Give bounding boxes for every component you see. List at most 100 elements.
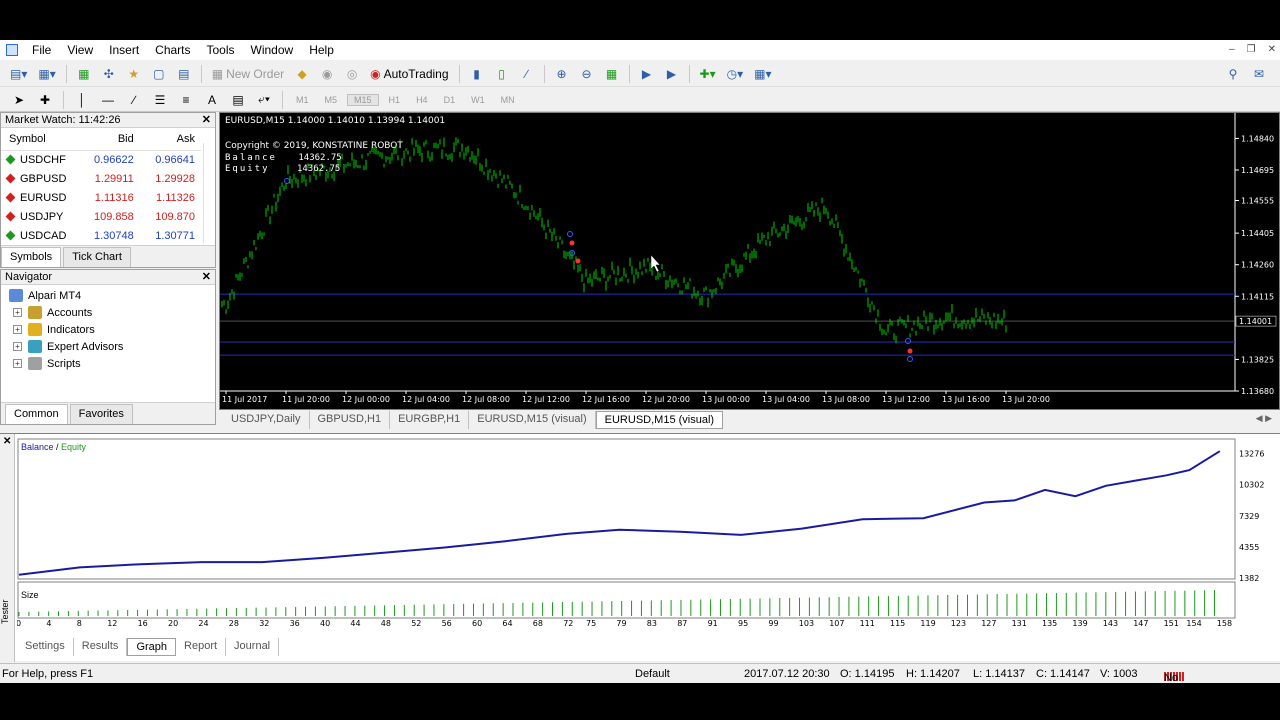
tab-favorites[interactable]: Favorites [69, 404, 133, 424]
profiles-icon[interactable]: ▦▾ [34, 63, 59, 85]
cursor-icon[interactable]: ➤ [8, 89, 30, 111]
trendline-icon[interactable]: ∕ [123, 89, 145, 111]
menu-view[interactable]: View [59, 40, 101, 60]
new-chart-icon[interactable]: ▤▾ [6, 63, 31, 85]
timeframe-d1[interactable]: D1 [438, 95, 462, 105]
graph-x-label: 4 [46, 619, 51, 628]
tab-graph[interactable]: Graph [127, 638, 177, 656]
menu-file[interactable]: File [24, 40, 59, 60]
timeframe-m5[interactable]: M5 [319, 95, 344, 105]
periods-icon[interactable]: ◷▾ [723, 63, 748, 85]
tab-common[interactable]: Common [5, 404, 68, 424]
close-icon[interactable]: ✕ [202, 270, 211, 285]
graph-x-label: 143 [1103, 619, 1118, 628]
tab-results[interactable]: Results [74, 638, 128, 656]
tree-item-accounts[interactable]: + Accounts [1, 304, 215, 321]
menu-charts[interactable]: Charts [147, 40, 198, 60]
menu-help[interactable]: Help [301, 40, 342, 60]
templates-icon[interactable]: ▦▾ [750, 63, 775, 85]
bar-chart-icon[interactable]: ▮ [466, 63, 488, 85]
close-icon[interactable]: ✕ [3, 436, 11, 447]
trade-marker [284, 178, 290, 184]
chart-tabs-scroll-icon[interactable]: ◀ ▶ [1256, 413, 1272, 424]
menu-window[interactable]: Window [243, 40, 302, 60]
new-order-button[interactable]: ▦ New Order [208, 63, 288, 85]
fibonacci-icon[interactable]: ≡ [175, 89, 197, 111]
tab-journal[interactable]: Journal [226, 638, 280, 656]
column-header-symbol[interactable]: Symbol [1, 128, 79, 151]
tree-item-indicators[interactable]: + Indicators [1, 321, 215, 338]
close-icon[interactable]: ✕ [1268, 44, 1276, 55]
expand-icon[interactable]: + [13, 308, 22, 317]
market-icon[interactable]: ◎ [341, 63, 363, 85]
strategy-tester-icon[interactable]: ▤ [173, 63, 195, 85]
timeframe-m1[interactable]: M1 [290, 95, 315, 105]
autotrading-button[interactable]: ◉ AutoTrading [366, 63, 452, 85]
line-chart-icon[interactable]: ∕ [516, 63, 538, 85]
tab-settings[interactable]: Settings [17, 638, 74, 656]
ask-cell: 1.11326 [156, 191, 195, 204]
terminal-icon[interactable]: ▢ [148, 63, 170, 85]
tile-windows-icon[interactable]: ▦ [601, 63, 623, 85]
table-row[interactable]: GBPUSD 1.29911 1.29928 [1, 169, 201, 188]
graph-x-label: 111 [860, 619, 875, 628]
data-window-icon[interactable]: ✣ [98, 63, 120, 85]
chat-icon[interactable]: ✉ [1248, 63, 1270, 85]
table-header: Symbol Bid Ask [1, 128, 201, 151]
market-watch-icon[interactable]: ▦ [73, 63, 95, 85]
horizontal-line-icon[interactable]: — [97, 89, 119, 111]
expand-icon[interactable]: + [13, 325, 22, 334]
candlestick-icon[interactable]: ▯ [491, 63, 513, 85]
tab-tick-chart[interactable]: Tick Chart [63, 247, 131, 267]
menu-tools[interactable]: Tools [199, 40, 243, 60]
price-chart-svg[interactable]: 1.14840 1.14695 1.14555 1.14405 1.14260 1.141… [220, 113, 1279, 409]
price-chart[interactable]: 1.14840 1.14695 1.14555 1.14405 1.14260 1.141… [219, 112, 1280, 410]
zoom-in-icon[interactable]: ⊕ [551, 63, 573, 85]
tab-gbpusd-h1[interactable]: GBPUSD,H1 [310, 411, 391, 429]
timeframe-mn[interactable]: MN [495, 95, 521, 105]
zoom-out-icon[interactable]: ⊖ [576, 63, 598, 85]
expand-icon[interactable]: + [13, 342, 22, 351]
chart-shift-icon[interactable]: ▶ [661, 63, 683, 85]
tab-symbols[interactable]: Symbols [1, 247, 62, 267]
vertical-line-icon[interactable]: │ [71, 89, 93, 111]
table-row[interactable]: USDCAD 1.30748 1.30771 [1, 226, 201, 245]
text-label-icon[interactable]: ▤ [227, 89, 249, 111]
auto-scroll-icon[interactable]: ▶ [636, 63, 658, 85]
tab-eurgbp-h1[interactable]: EURGBP,H1 [390, 411, 470, 429]
column-header-bid[interactable]: Bid [78, 128, 140, 151]
crosshair-icon[interactable]: ✚ [34, 89, 56, 111]
close-icon[interactable]: ✕ [202, 113, 211, 128]
minimize-icon[interactable]: – [1229, 44, 1235, 55]
column-header-ask[interactable]: Ask [139, 128, 201, 151]
timeframe-h1[interactable]: H1 [383, 95, 407, 105]
tab-report[interactable]: Report [176, 638, 227, 656]
timeframe-w1[interactable]: W1 [465, 95, 491, 105]
metaeditor-icon[interactable]: ◆ [291, 63, 313, 85]
channel-icon[interactable]: ☰ [149, 89, 171, 111]
market-watch-title: Market Watch: 11:42:26 ✕ [1, 113, 215, 128]
tree-item-expert-advisors[interactable]: + Expert Advisors [1, 338, 215, 355]
arrows-icon[interactable]: ⤶▾ [253, 89, 275, 111]
timeframe-m15[interactable]: M15 [347, 93, 379, 106]
restore-icon[interactable]: ❐ [1247, 44, 1256, 55]
text-icon[interactable]: A [201, 89, 223, 111]
tree-item-alpari[interactable]: Alpari MT4 [1, 287, 215, 304]
navigator-icon[interactable]: ★ [123, 63, 145, 85]
tab-usdjpy-daily[interactable]: USDJPY,Daily [223, 411, 310, 429]
menu-insert[interactable]: Insert [101, 40, 147, 60]
table-row[interactable]: EURUSD 1.11316 1.11326 [1, 188, 201, 207]
indicators-list-icon[interactable]: ✚▾ [696, 63, 720, 85]
time-axis-label: 13 Jul 08:00 [822, 395, 870, 404]
market-watch-scrollbar[interactable] [203, 143, 213, 243]
table-row[interactable]: USDCHF 0.96622 0.96641 [1, 150, 201, 169]
expand-icon[interactable]: + [13, 359, 22, 368]
tree-item-scripts[interactable]: + Scripts [1, 355, 215, 372]
tab-eurusd-m15-visual-active[interactable]: EURUSD,M15 (visual) [595, 411, 724, 429]
timeframe-h4[interactable]: H4 [410, 95, 434, 105]
table-row[interactable]: USDJPY 109.858 109.870 [1, 207, 201, 226]
menu-bar: File View Insert Charts Tools Window Hel… [0, 40, 1280, 60]
signals-icon[interactable]: ◉ [316, 63, 338, 85]
tab-eurusd-m15-visual[interactable]: EURUSD,M15 (visual) [469, 411, 596, 429]
search-icon[interactable]: ⚲ [1222, 63, 1244, 85]
